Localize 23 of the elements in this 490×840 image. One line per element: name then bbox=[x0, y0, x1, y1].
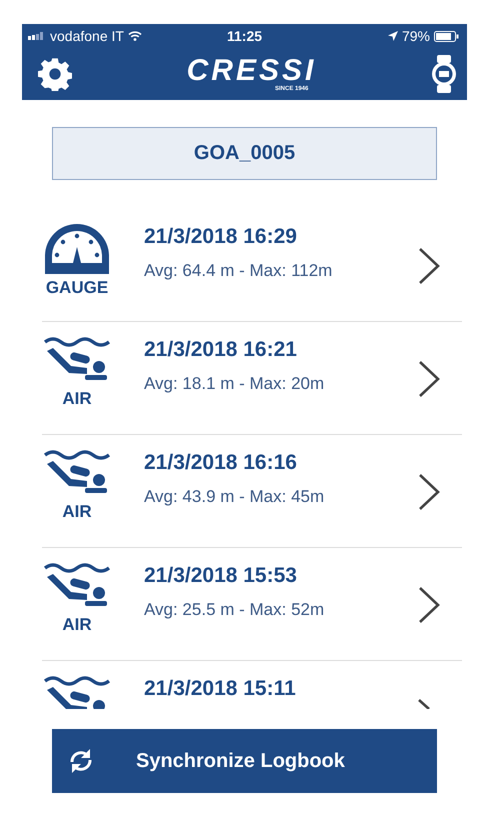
dive-mode-label: GAUGE bbox=[46, 278, 108, 298]
clock-time: 11:25 bbox=[226, 28, 262, 44]
dive-row[interactable]: AIR 21/3/2018 15:53 Avg: 25.5 m - Max: 52m bbox=[42, 548, 462, 661]
dive-depths: Avg: 64.4 m - Max: 112m bbox=[144, 261, 334, 281]
dive-depths: Avg: 18.1 m - Max: 20m bbox=[144, 374, 326, 394]
dive-datetime: 21/3/2018 16:21 bbox=[144, 338, 298, 362]
dive-datetime: 21/3/2018 16:29 bbox=[144, 225, 298, 249]
dive-datetime: 21/3/2018 15:11 bbox=[144, 677, 297, 701]
carrier-name: vodafone IT bbox=[50, 28, 124, 44]
dive-row[interactable]: GAUGE 21/3/2018 16:29 Avg: 64.4 m - Max: 112m bbox=[42, 209, 462, 322]
dive-mode-label: AIR bbox=[62, 502, 92, 522]
dive-depths: Avg: 43.9 m - Max: 45m bbox=[144, 487, 326, 507]
dive-row[interactable]: AIR 21/3/2018 16:21 Avg: 18.1 m - Max: 20m bbox=[42, 322, 462, 435]
dive-mode-label: AIR bbox=[62, 389, 92, 409]
dive-mode-label: AIR bbox=[62, 615, 92, 635]
synchronize-logbook-button[interactable]: Synchronize Logbook bbox=[52, 729, 437, 793]
device-name-box[interactable]: GOA_0005 bbox=[52, 127, 437, 180]
dive-datetime: 21/3/2018 16:16 bbox=[144, 451, 298, 475]
brand-logo: CRESSI bbox=[186, 56, 316, 86]
dive-datetime: 21/3/2018 15:53 bbox=[144, 564, 298, 588]
dive-depths: Avg: 25.5 m - Max: 52m bbox=[144, 600, 326, 620]
battery-percent: 79% bbox=[402, 28, 430, 44]
dive-row[interactable]: AIR 21/3/2018 16:16 Avg: 43.9 m - Max: 45m bbox=[42, 435, 462, 548]
